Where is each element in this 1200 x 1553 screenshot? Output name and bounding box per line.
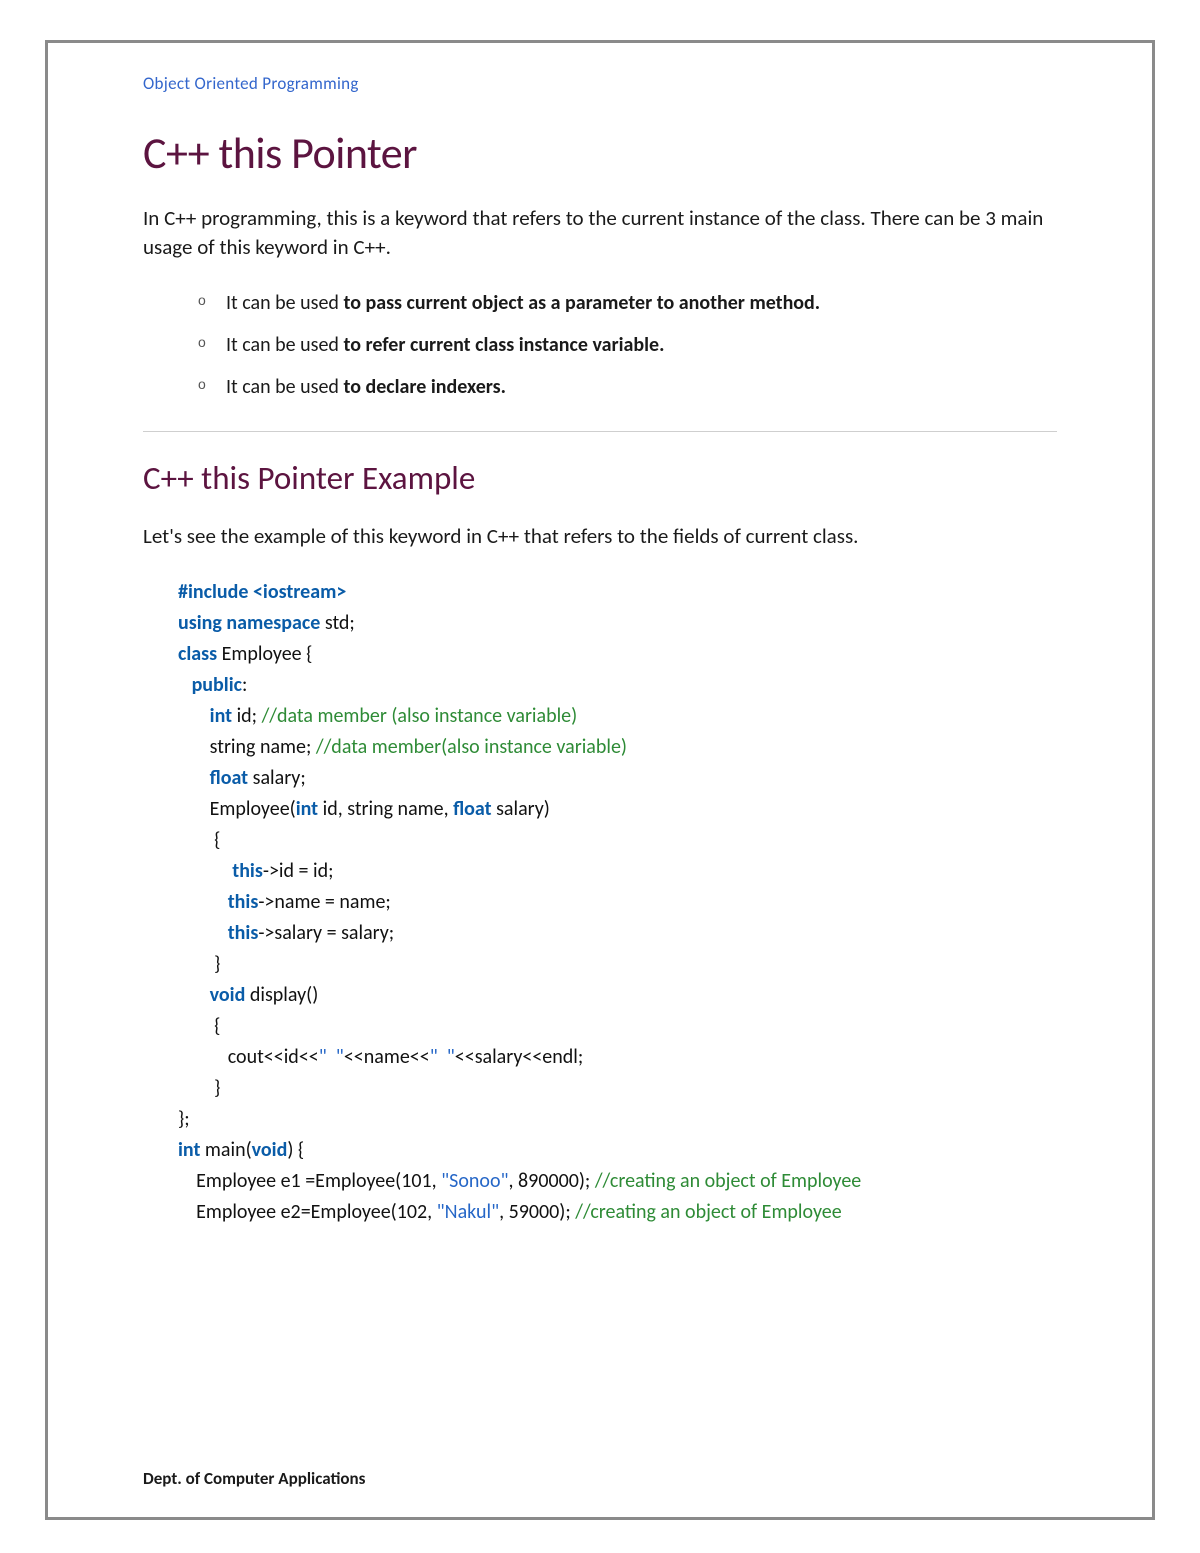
code-keyword: void: [178, 983, 245, 1007]
code-text: {: [178, 1014, 220, 1038]
code-keyword: this: [178, 890, 258, 914]
code-text: Employee(: [178, 797, 296, 821]
code-text: salary): [492, 797, 550, 821]
code-keyword: using namespace: [178, 611, 320, 635]
code-text: <<salary<<endl;: [455, 1045, 583, 1069]
code-text: , 59000);: [499, 1200, 575, 1224]
code-text: };: [178, 1107, 190, 1131]
code-keyword: this: [178, 859, 263, 883]
page-title: C++ this Pointer: [143, 126, 1057, 180]
code-text: }: [178, 1076, 220, 1100]
footer-department: Dept. of Computer Applications: [143, 1468, 365, 1489]
code-text: ->name = name;: [258, 890, 390, 914]
usage-list: It can be used to pass current object as…: [143, 289, 1057, 401]
code-keyword: float: [178, 766, 248, 790]
code-text: Employee e1 =Employee(101,: [178, 1169, 441, 1193]
usage-bold: to declare indexers.: [343, 375, 506, 399]
code-text: salary;: [248, 766, 306, 790]
code-string: "Nakul": [437, 1200, 499, 1224]
list-item: It can be used to refer current class in…: [198, 331, 1057, 359]
usage-prefix: It can be used: [226, 333, 343, 357]
code-keyword: class: [178, 642, 217, 666]
code-text: <<name<<: [344, 1045, 430, 1069]
code-keyword: this: [178, 921, 258, 945]
code-keyword: int: [178, 1138, 200, 1162]
code-keyword: public: [178, 673, 242, 697]
code-text: id;: [232, 704, 262, 728]
code-text: ->salary = salary;: [258, 921, 394, 945]
code-text: :: [242, 673, 247, 697]
code-string: " ": [430, 1045, 455, 1069]
code-text: Employee {: [217, 642, 312, 666]
page: Object Oriented Programming C++ this Poi…: [45, 40, 1155, 1520]
code-text: string name;: [178, 735, 316, 759]
page-wrapper: Object Oriented Programming C++ this Poi…: [0, 0, 1200, 1550]
code-text: }: [178, 952, 220, 976]
code-comment: //data member(also instance variable): [316, 735, 627, 759]
code-text: ->id = id;: [263, 859, 334, 883]
code-text: {: [178, 828, 220, 852]
code-keyword: float: [453, 797, 491, 821]
usage-bold: to pass current object as a parameter to…: [343, 291, 820, 315]
code-text: std;: [320, 611, 354, 635]
code-preprocessor: #include <iostream>: [178, 580, 346, 604]
code-keyword: void: [252, 1138, 288, 1162]
code-keyword: int: [296, 797, 318, 821]
code-block: #include <iostream> using namespace std;…: [143, 577, 1057, 1228]
usage-bold: to refer current class instance variable…: [343, 333, 664, 357]
intro-paragraph: In C++ programming, this is a keyword th…: [143, 204, 1057, 263]
code-string: "Sonoo": [441, 1169, 508, 1193]
section-divider: [143, 431, 1057, 432]
code-text: , 890000);: [509, 1169, 595, 1193]
code-comment: //creating an object of Employee: [595, 1169, 861, 1193]
code-comment: //data member (also instance variable): [262, 704, 578, 728]
code-comment: //creating an object of Employee: [575, 1200, 841, 1224]
code-text: id, string name,: [318, 797, 453, 821]
code-text: ) {: [287, 1138, 304, 1162]
code-text: display(): [245, 983, 318, 1007]
code-text: main(: [200, 1138, 251, 1162]
list-item: It can be used to pass current object as…: [198, 289, 1057, 317]
usage-prefix: It can be used: [226, 375, 343, 399]
code-text: cout<<id<<: [178, 1045, 319, 1069]
usage-prefix: It can be used: [226, 291, 343, 315]
code-text: Employee e2=Employee(102,: [178, 1200, 437, 1224]
example-lead: Let's see the example of this keyword in…: [143, 522, 1057, 551]
code-string: " ": [319, 1045, 344, 1069]
section-title: C++ this Pointer Example: [143, 458, 1057, 498]
course-link[interactable]: Object Oriented Programming: [143, 73, 1057, 94]
list-item: It can be used to declare indexers.: [198, 373, 1057, 401]
code-keyword: int: [178, 704, 232, 728]
